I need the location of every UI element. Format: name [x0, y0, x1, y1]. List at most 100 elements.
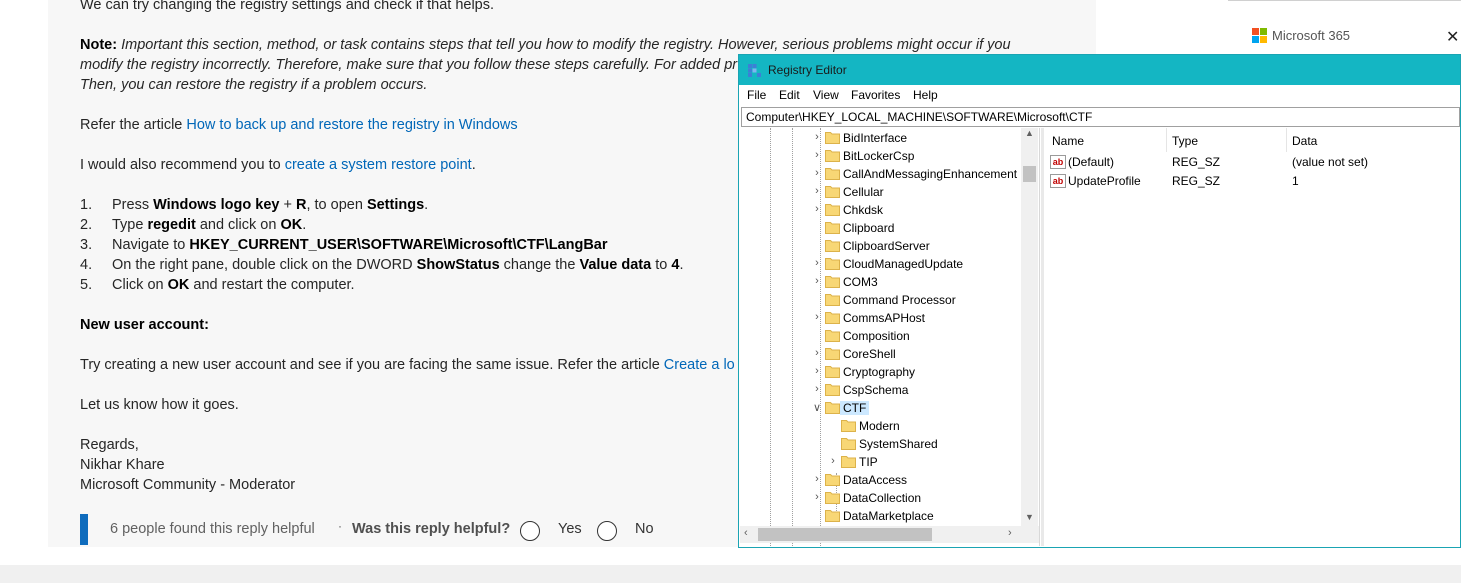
yes-label[interactable]: Yes: [558, 521, 582, 537]
tree-item[interactable]: › CommsAPHost: [740, 309, 1020, 327]
tree-item[interactable]: › COM3: [740, 273, 1020, 291]
chevron-right-icon[interactable]: ›: [812, 167, 822, 179]
value-name: UpdateProfile: [1068, 174, 1141, 188]
step-number: 5.: [80, 277, 93, 293]
chevron-right-icon[interactable]: ›: [812, 203, 822, 215]
column-name[interactable]: Name: [1052, 134, 1084, 148]
chevron-right-icon[interactable]: ›: [812, 383, 822, 395]
scroll-thumb[interactable]: [758, 528, 932, 541]
tree-item[interactable]: › TIP: [740, 453, 1020, 471]
tree-item[interactable]: › CloudManagedUpdate: [740, 255, 1020, 273]
regedit-icon: [748, 64, 761, 77]
restore-point-link[interactable]: create a system restore point: [285, 157, 472, 173]
value-row[interactable]: ab (Default) REG_SZ (value not set): [1044, 153, 1460, 171]
no-label[interactable]: No: [635, 521, 654, 537]
chevron-down-icon[interactable]: ∨: [812, 401, 822, 414]
tree-item-label: CallAndMessagingEnhancement: [843, 167, 1018, 181]
tree-horizontal-scrollbar[interactable]: ‹ ›: [740, 526, 1039, 543]
tree-item[interactable]: ∨ CTF: [740, 399, 1020, 417]
value-type: REG_SZ: [1172, 174, 1221, 188]
column-type[interactable]: Type: [1172, 134, 1198, 148]
try-text: Try creating a new user account and see …: [80, 357, 664, 373]
tree-item-label: CoreShell: [843, 347, 896, 361]
folder-icon: [825, 222, 840, 234]
menu-help[interactable]: Help: [913, 88, 938, 102]
chevron-right-icon[interactable]: ›: [812, 131, 822, 143]
helpful-bar: 6 people found this reply helpful · Was …: [80, 514, 740, 545]
chevron-right-icon[interactable]: ›: [812, 149, 822, 161]
address-bar[interactable]: Computer\HKEY_LOCAL_MACHINE\SOFTWARE\Mic…: [741, 107, 1460, 127]
scroll-left-icon[interactable]: ‹: [744, 527, 748, 539]
tree-item[interactable]: › DataAccess: [740, 471, 1020, 489]
folder-icon: [825, 276, 840, 288]
chevron-right-icon[interactable]: ›: [828, 455, 838, 467]
chevron-right-icon[interactable]: ›: [812, 365, 822, 377]
chevron-right-icon[interactable]: ›: [812, 347, 822, 359]
tree-item[interactable]: Modern: [740, 417, 1020, 435]
chevron-right-icon[interactable]: ›: [812, 185, 822, 197]
registry-editor-window: Registry Editor File Edit View Favorites…: [738, 54, 1461, 548]
title-bar[interactable]: Registry Editor: [739, 55, 1460, 85]
key-tree[interactable]: › BidInterface › BitLockerCsp › CallAndMessag…: [740, 128, 1040, 546]
menu-favorites[interactable]: Favorites: [851, 88, 900, 102]
tree-vertical-scrollbar[interactable]: ▲ ▼: [1021, 128, 1038, 526]
scroll-thumb[interactable]: [1023, 166, 1036, 182]
menu-view[interactable]: View: [813, 88, 839, 102]
chevron-right-icon[interactable]: ›: [812, 473, 822, 485]
tree-item[interactable]: ClipboardServer: [740, 237, 1020, 255]
tree-item[interactable]: › DataCollection: [740, 489, 1020, 507]
tree-item[interactable]: › CallAndMessagingEnhancement: [740, 165, 1020, 183]
step-number: 4.: [80, 257, 93, 273]
chevron-right-icon[interactable]: ›: [812, 275, 822, 287]
tree-item-label: COM3: [843, 275, 878, 289]
tree-item-label: Clipboard: [843, 221, 895, 235]
close-icon[interactable]: ✕: [1446, 27, 1459, 47]
tree-item-label: SystemShared: [859, 437, 938, 451]
scroll-up-icon[interactable]: ▲: [1021, 128, 1038, 138]
menu-edit[interactable]: Edit: [779, 88, 800, 102]
scroll-right-icon[interactable]: ›: [1008, 527, 1012, 539]
backup-registry-link[interactable]: How to back up and restore the registry …: [186, 117, 517, 133]
folder-icon: [825, 294, 840, 306]
tree-item-label: Chkdsk: [843, 203, 884, 217]
tree-item-label: CspSchema: [843, 383, 909, 397]
tree-item[interactable]: › BidInterface: [740, 129, 1020, 147]
tree-item[interactable]: › Chkdsk: [740, 201, 1020, 219]
tree-item[interactable]: › Cellular: [740, 183, 1020, 201]
author-role: Microsoft Community - Moderator: [80, 477, 296, 493]
note-text-3: Then, you can restore the registry if a …: [80, 77, 428, 93]
folder-icon: [825, 474, 840, 486]
values-pane[interactable]: Name Type Data ab (Default) REG_SZ (valu…: [1044, 128, 1460, 546]
tree-item[interactable]: Command Processor: [740, 291, 1020, 309]
tree-item[interactable]: › BitLockerCsp: [740, 147, 1020, 165]
folder-icon: [841, 456, 856, 468]
folder-icon: [825, 312, 840, 324]
create-account-link[interactable]: Create a lo: [664, 357, 735, 373]
yes-radio[interactable]: [520, 521, 540, 541]
tree-item[interactable]: Clipboard: [740, 219, 1020, 237]
tree-item-label: CommsAPHost: [843, 311, 926, 325]
ms365-label: Microsoft 365: [1272, 28, 1351, 43]
tree-item[interactable]: › Cryptography: [740, 363, 1020, 381]
values-header: Name Type Data: [1044, 128, 1460, 152]
tree-item[interactable]: DataMarketplace: [740, 507, 1020, 525]
menu-bar: File Edit View Favorites Help: [739, 85, 1460, 105]
value-row[interactable]: ab UpdateProfile REG_SZ 1: [1044, 172, 1460, 190]
tree-item[interactable]: Composition: [740, 327, 1020, 345]
chevron-right-icon[interactable]: ›: [812, 257, 822, 269]
tree-item[interactable]: › CspSchema: [740, 381, 1020, 399]
folder-icon: [825, 258, 840, 270]
value-type: REG_SZ: [1172, 155, 1221, 169]
chevron-right-icon[interactable]: ›: [812, 491, 822, 503]
tree-item-label: DataCollection: [843, 491, 922, 505]
chevron-right-icon[interactable]: ›: [812, 311, 822, 323]
scroll-down-icon[interactable]: ▼: [1021, 512, 1038, 522]
tree-item[interactable]: › CoreShell: [740, 345, 1020, 363]
no-radio[interactable]: [597, 521, 617, 541]
refer-prefix: Refer the article: [80, 117, 187, 133]
column-data[interactable]: Data: [1292, 134, 1317, 148]
new-user-heading: New user account:: [80, 317, 209, 333]
ms365-brand[interactable]: Microsoft 365: [1252, 28, 1350, 43]
menu-file[interactable]: File: [747, 88, 766, 102]
tree-item[interactable]: SystemShared: [740, 435, 1020, 453]
